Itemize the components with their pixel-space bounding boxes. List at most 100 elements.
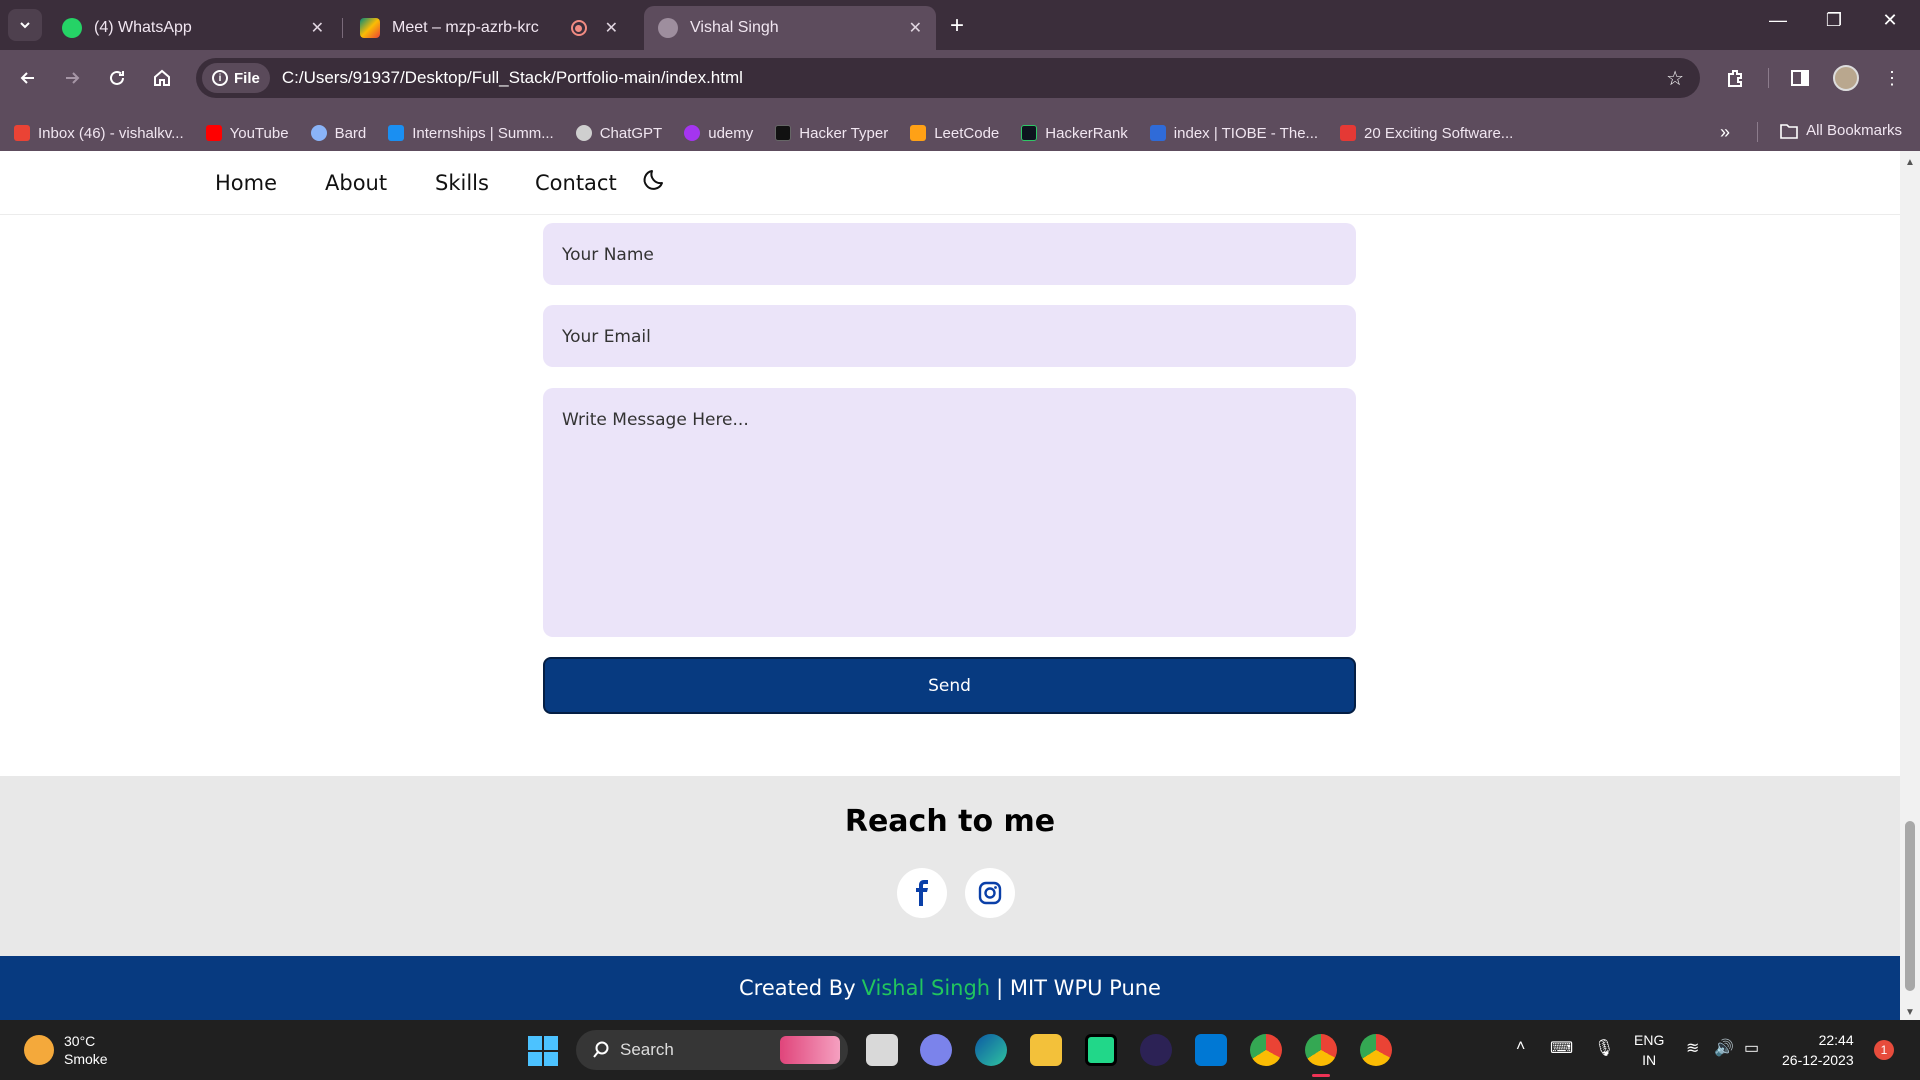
- lang-line2: IN: [1642, 1052, 1657, 1068]
- restore-icon[interactable]: ❐: [1814, 10, 1854, 31]
- bookmark-red-icon: [1340, 125, 1357, 141]
- name-input[interactable]: Your Name: [543, 223, 1356, 285]
- menu-kebab-icon[interactable]: ⋮: [1876, 62, 1908, 94]
- forward-button[interactable]: [56, 62, 88, 94]
- windows-start-icon[interactable]: [528, 1036, 558, 1066]
- send-button[interactable]: Send: [543, 657, 1356, 714]
- site-footer: Created By Vishal Singh | MIT WPU Pune: [0, 956, 1900, 1020]
- bookmark-item[interactable]: udemy: [684, 125, 753, 142]
- message-placeholder: Write Message Here...: [562, 410, 749, 430]
- edge-icon[interactable]: [975, 1034, 1007, 1066]
- toolbar-divider: [1768, 68, 1769, 88]
- moon-icon[interactable]: [642, 165, 670, 193]
- message-textarea[interactable]: Write Message Here...: [543, 388, 1356, 637]
- bookmark-item[interactable]: LeetCode: [910, 125, 999, 142]
- wifi-icon[interactable]: ≋: [1686, 1038, 1699, 1058]
- teams-chat-icon[interactable]: [920, 1034, 952, 1066]
- bookmark-item[interactable]: YouTube: [205, 125, 289, 142]
- bookmark-label: Bard: [334, 124, 367, 142]
- whatsapp-icon: [62, 18, 82, 38]
- bookmark-label: Hacker Typer: [799, 124, 889, 142]
- nav-skills-link[interactable]: Skills: [435, 171, 489, 195]
- site-info-label: File: [234, 69, 260, 87]
- email-placeholder: Your Email: [562, 327, 651, 347]
- bookmark-item[interactable]: Bard: [310, 124, 367, 142]
- search-label: Search: [620, 1040, 674, 1059]
- volume-icon[interactable]: 🔊: [1714, 1038, 1734, 1058]
- file-explorer-icon[interactable]: [1030, 1034, 1062, 1066]
- profile-avatar[interactable]: [1830, 62, 1862, 94]
- tab-title: Vishal Singh: [690, 19, 779, 36]
- scroll-down-icon[interactable]: ▼: [1905, 1007, 1915, 1018]
- bard-icon: [310, 125, 327, 141]
- reload-button[interactable]: [101, 62, 133, 94]
- bookmark-label: udemy: [708, 124, 754, 142]
- all-bookmarks-button[interactable]: All Bookmarks: [1780, 122, 1902, 139]
- microphone-icon[interactable]: 🎙: [1594, 1038, 1614, 1058]
- nav-contact-link[interactable]: Contact: [535, 171, 617, 195]
- chrome-profile-2-icon[interactable]: [1360, 1034, 1392, 1066]
- facebook-link[interactable]: [897, 868, 947, 918]
- address-bar[interactable]: i File C:/Users/91937/Desktop/Full_Stack…: [196, 58, 1700, 98]
- side-panel-icon[interactable]: [1784, 62, 1816, 94]
- bookmark-item[interactable]: 20 Exciting Software...: [1340, 125, 1513, 142]
- bookmark-item[interactable]: Inbox (46) - vishalkv...: [14, 125, 184, 142]
- tab-vishal-singh[interactable]: Vishal Singh ✕: [644, 6, 936, 50]
- extensions-icon[interactable]: [1720, 62, 1752, 94]
- windows-taskbar: 30°C Smoke Search ˄ ⌨ 🎙 ENG IN ≋ 🔊 ▭ 22:…: [0, 1020, 1920, 1080]
- new-tab-button[interactable]: +: [950, 12, 964, 40]
- send-label: Send: [928, 675, 971, 696]
- tab-meet[interactable]: Meet – mzp-azrb-krc ✕: [346, 6, 632, 50]
- vscode-icon[interactable]: [1195, 1034, 1227, 1066]
- system-clock[interactable]: 22:44 26-12-2023: [1782, 1030, 1854, 1070]
- bookmark-star-icon[interactable]: ☆: [1666, 66, 1684, 91]
- close-icon[interactable]: ✕: [605, 18, 618, 38]
- page-scrollbar[interactable]: ▲ ▼: [1900, 151, 1920, 1020]
- chevron-up-icon[interactable]: ˄: [1516, 1038, 1525, 1056]
- name-placeholder: Your Name: [562, 245, 654, 265]
- site-info-chip[interactable]: i File: [202, 63, 270, 93]
- home-icon: [154, 69, 170, 86]
- tab-whatsapp[interactable]: (4) WhatsApp ✕: [48, 6, 338, 50]
- language-indicator[interactable]: ENG IN: [1634, 1030, 1664, 1070]
- close-icon[interactable]: ✕: [311, 18, 324, 38]
- taskbar-search[interactable]: Search: [576, 1030, 848, 1070]
- bookmark-item[interactable]: index | TIOBE - The...: [1149, 125, 1318, 142]
- back-button[interactable]: [12, 62, 44, 94]
- weather-widget[interactable]: 30°C Smoke: [24, 1032, 108, 1068]
- eclipse-icon[interactable]: [1140, 1034, 1172, 1066]
- tab-search-button[interactable]: [8, 9, 42, 41]
- bookmark-label: ChatGPT: [599, 124, 663, 142]
- window-close-icon[interactable]: ✕: [1870, 10, 1910, 31]
- gmail-icon: [14, 125, 30, 141]
- keyboard-icon[interactable]: ⌨: [1550, 1038, 1573, 1058]
- email-input[interactable]: Your Email: [543, 305, 1356, 367]
- chrome-icon[interactable]: [1250, 1034, 1282, 1066]
- minimize-icon[interactable]: —: [1758, 10, 1798, 31]
- pycharm-icon[interactable]: [1085, 1034, 1117, 1066]
- notification-badge[interactable]: 1: [1874, 1040, 1894, 1060]
- bookmark-item[interactable]: HackerRank: [1021, 125, 1128, 142]
- bookmark-item[interactable]: Internships | Summ...: [388, 124, 554, 142]
- scroll-up-icon[interactable]: ▲: [1905, 157, 1915, 168]
- close-icon[interactable]: ✕: [909, 18, 922, 38]
- battery-icon[interactable]: ▭: [1744, 1038, 1759, 1058]
- chevron-double-right-icon[interactable]: »: [1720, 122, 1730, 143]
- bookmark-item[interactable]: Hacker Typer: [775, 125, 888, 142]
- footer-suffix: | MIT WPU Pune: [996, 976, 1161, 1000]
- chrome-profile-icon[interactable]: [1305, 1034, 1337, 1066]
- bookmark-item[interactable]: ChatGPT: [575, 124, 663, 142]
- facebook-icon: [916, 880, 928, 906]
- instagram-link[interactable]: [965, 868, 1015, 918]
- bookmark-label: HackerRank: [1045, 124, 1128, 142]
- all-bookmarks-label: All Bookmarks: [1806, 122, 1902, 139]
- scrollbar-thumb[interactable]: [1905, 821, 1915, 991]
- instagram-icon: [978, 881, 1002, 905]
- home-button[interactable]: [146, 62, 178, 94]
- bookmark-label: Internships | Summ...: [412, 124, 554, 142]
- nav-about-link[interactable]: About: [325, 171, 387, 195]
- nav-home-link[interactable]: Home: [215, 171, 277, 195]
- url-text[interactable]: C:/Users/91937/Desktop/Full_Stack/Portfo…: [282, 68, 743, 88]
- task-view-icon[interactable]: [866, 1034, 898, 1066]
- page-viewport: Home About Skills Contact Your Name Your…: [0, 151, 1920, 1020]
